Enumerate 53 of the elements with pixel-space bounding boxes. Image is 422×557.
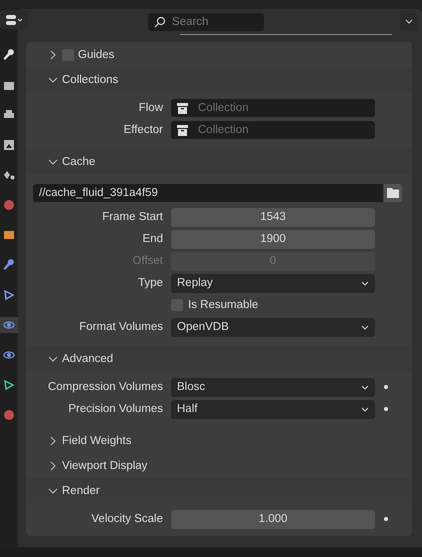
field-label: Flow xyxy=(138,102,164,114)
number-field[interactable]: 1.000 xyxy=(171,510,375,528)
field-label: Frame Start xyxy=(101,211,164,223)
chevron-right-icon xyxy=(48,436,58,446)
caret-icon xyxy=(361,406,369,412)
chevron-down-icon xyxy=(48,156,58,166)
subpanel-title: Advanced xyxy=(62,352,114,364)
subpanel-title: Guides xyxy=(78,48,114,60)
subpanel-header[interactable]: Field Weights xyxy=(26,428,412,453)
field-label: Precision Volumes xyxy=(67,403,164,415)
keyframe-dot[interactable] xyxy=(384,385,388,389)
subpanel-title: Viewport Display xyxy=(62,460,148,472)
chevron-down-icon xyxy=(48,486,58,496)
caret-icon xyxy=(405,19,413,24)
subpanel-title: Collections xyxy=(62,74,118,86)
field-label: Effector xyxy=(122,124,164,136)
dropdown[interactable]: Half xyxy=(171,400,375,418)
number-field[interactable]: 1900 xyxy=(171,230,375,248)
chevron-right-icon xyxy=(48,460,58,470)
caret-icon xyxy=(361,324,369,330)
keyframe-dot[interactable] xyxy=(384,517,388,521)
field-label: End xyxy=(142,233,164,245)
subpanel-title: Render xyxy=(62,484,100,496)
subpanel-title: Field Weights xyxy=(62,434,132,446)
chevron-down-icon xyxy=(48,354,58,364)
field-label: Type xyxy=(137,277,164,289)
field-label: Format Volumes xyxy=(78,321,164,333)
checkbox-label: Is Resumable xyxy=(188,299,258,311)
dropdown[interactable]: Replay xyxy=(171,274,375,292)
chevron-right-icon xyxy=(48,50,58,60)
caret-icon xyxy=(361,384,369,390)
options-button[interactable] xyxy=(400,12,418,30)
folder-button[interactable] xyxy=(384,184,402,202)
editor-type-button[interactable] xyxy=(0,10,28,29)
dropdown[interactable]: Blosc xyxy=(171,378,375,396)
box-icon xyxy=(177,102,188,114)
path-field[interactable]: //cache_fluid_391a4f59 xyxy=(33,184,383,202)
keyframe-dot[interactable] xyxy=(384,407,388,411)
subpanel-header[interactable]: Guides xyxy=(26,42,412,67)
field-label: Compression Volumes xyxy=(46,381,164,393)
number-field[interactable]: 1543 xyxy=(171,208,375,226)
chevron-down-icon xyxy=(48,74,58,84)
field-label: Offset xyxy=(132,255,164,267)
subpanel-title: Cache xyxy=(62,156,96,168)
search-field[interactable]: Search xyxy=(148,12,264,30)
search-icon xyxy=(154,16,166,28)
field-label: Velocity Scale xyxy=(90,513,164,525)
caret-icon xyxy=(361,280,369,286)
toggle-icon xyxy=(5,14,23,26)
folder-icon xyxy=(387,188,399,198)
box-icon xyxy=(177,124,188,136)
dropdown[interactable]: OpenVDB xyxy=(171,318,375,336)
subpanel-header[interactable]: Viewport Display xyxy=(26,453,412,478)
